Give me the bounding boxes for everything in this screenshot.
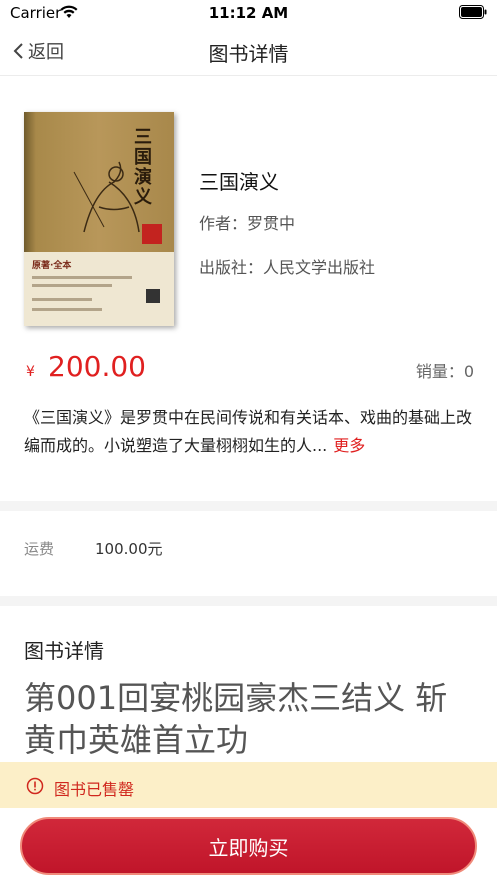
- price-value: 200.00: [48, 350, 146, 383]
- status-bar: Carrier 11:12 AM: [0, 0, 497, 26]
- battery-icon: [459, 5, 487, 19]
- page-title: 图书详情: [208, 42, 289, 66]
- section-divider: [0, 501, 497, 511]
- book-publisher: 出版社：人民文学出版社: [199, 258, 376, 277]
- alert-circle-icon: [26, 777, 44, 795]
- soldout-text: 图书已售罄: [54, 780, 135, 799]
- navigation-bar: 返回 图书详情: [0, 26, 497, 76]
- cover-band-text: 原著·全本: [32, 261, 72, 271]
- cover-red-tag: [142, 224, 162, 244]
- book-title: 三国演义: [199, 170, 279, 194]
- description-text: 《三国演义》是罗贯中在民间传说和有关话本、戏曲的基础上改编而成的。小说塑造了大量…: [24, 408, 473, 455]
- book-description: 《三国演义》是罗贯中在民间传说和有关话本、戏曲的基础上改编而成的。小说塑造了大量…: [24, 404, 476, 460]
- currency-symbol: ¥: [26, 364, 35, 380]
- buy-now-button[interactable]: 立即购买: [20, 817, 477, 875]
- detail-heading: 图书详情: [24, 639, 104, 663]
- shipping-value: 100.00元: [95, 540, 163, 558]
- cover-qr-code: [144, 287, 162, 305]
- status-time: 11:12 AM: [208, 4, 289, 22]
- book-author: 作者：罗贯中: [199, 214, 296, 233]
- soldout-banner: 图书已售罄: [0, 762, 497, 808]
- sales-count: 销量：0: [415, 362, 474, 381]
- cover-illustration: [73, 161, 140, 233]
- more-link[interactable]: 更多: [333, 436, 365, 455]
- shipping-label: 运费: [24, 540, 55, 558]
- book-cover-image: 三国演义 原著·全本: [24, 112, 174, 326]
- section-divider: [0, 596, 497, 606]
- price-row: ¥ 200.00 销量：0: [24, 350, 474, 386]
- chapter-title: 第001回宴桃园豪杰三结义 斩黄巾英雄首立功: [24, 679, 448, 759]
